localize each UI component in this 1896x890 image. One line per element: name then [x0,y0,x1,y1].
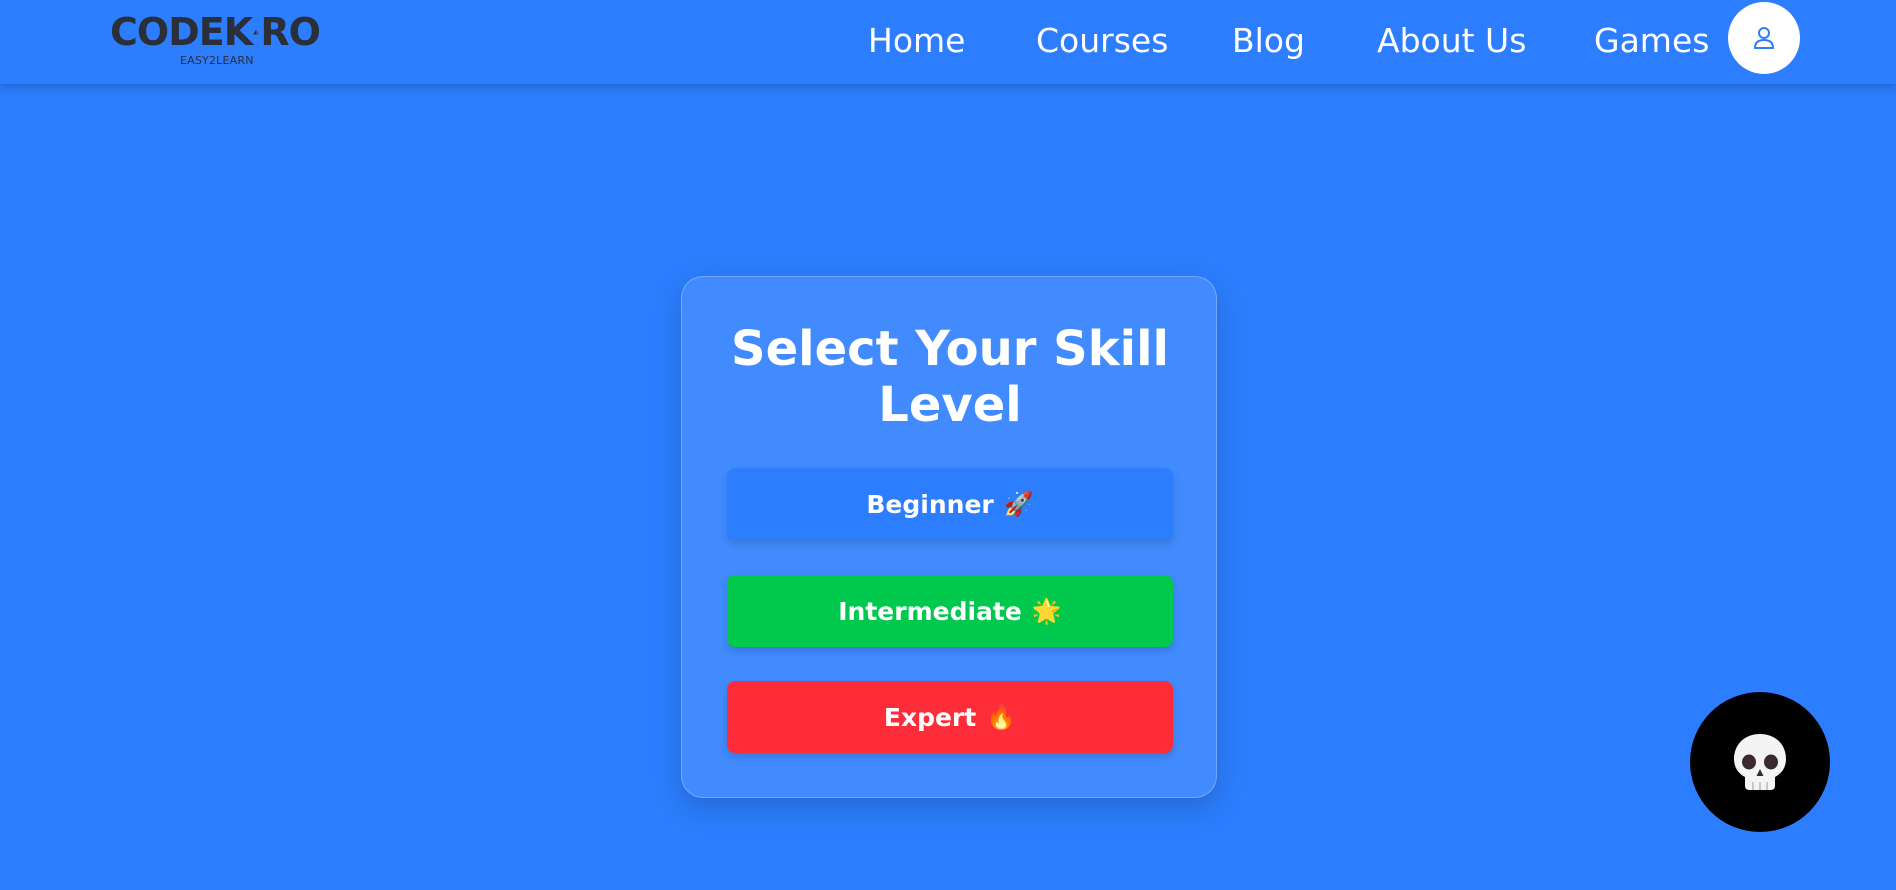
intermediate-label: Intermediate [838,596,1022,626]
nav-link-home[interactable]: Home [868,20,965,62]
rocket-icon: 🚀 [1003,490,1034,518]
beginner-button[interactable]: Beginner 🚀 [727,468,1173,540]
skill-level-card: Select Your Skill Level Beginner 🚀 Inter… [681,276,1217,798]
nav-link-about-us[interactable]: About Us [1377,20,1526,62]
navbar: CODEK RO EASY2LEARN Home Courses Blog Ab… [0,0,1896,84]
title-line-1: Select Your Skill [731,321,1169,377]
beginner-label: Beginner [866,489,994,519]
page-title: Select Your Skill Level [682,321,1218,433]
profile-button[interactable] [1728,2,1800,74]
nav-link-blog[interactable]: Blog [1232,20,1305,62]
main-nav: Home Courses Blog About Us Games [0,0,1896,84]
floating-skull-button[interactable] [1690,692,1830,832]
expert-label: Expert [883,702,977,732]
nav-link-courses[interactable]: Courses [1036,20,1168,62]
user-icon [1753,27,1775,49]
intermediate-button[interactable]: Intermediate 🌟 [727,575,1173,647]
fire-icon: 🔥 [986,703,1017,731]
skull-icon [1734,734,1786,790]
title-line-2: Level [878,377,1022,433]
nav-link-games[interactable]: Games [1594,20,1709,62]
expert-button[interactable]: Expert 🔥 [727,681,1173,753]
star-icon: 🌟 [1031,597,1062,625]
